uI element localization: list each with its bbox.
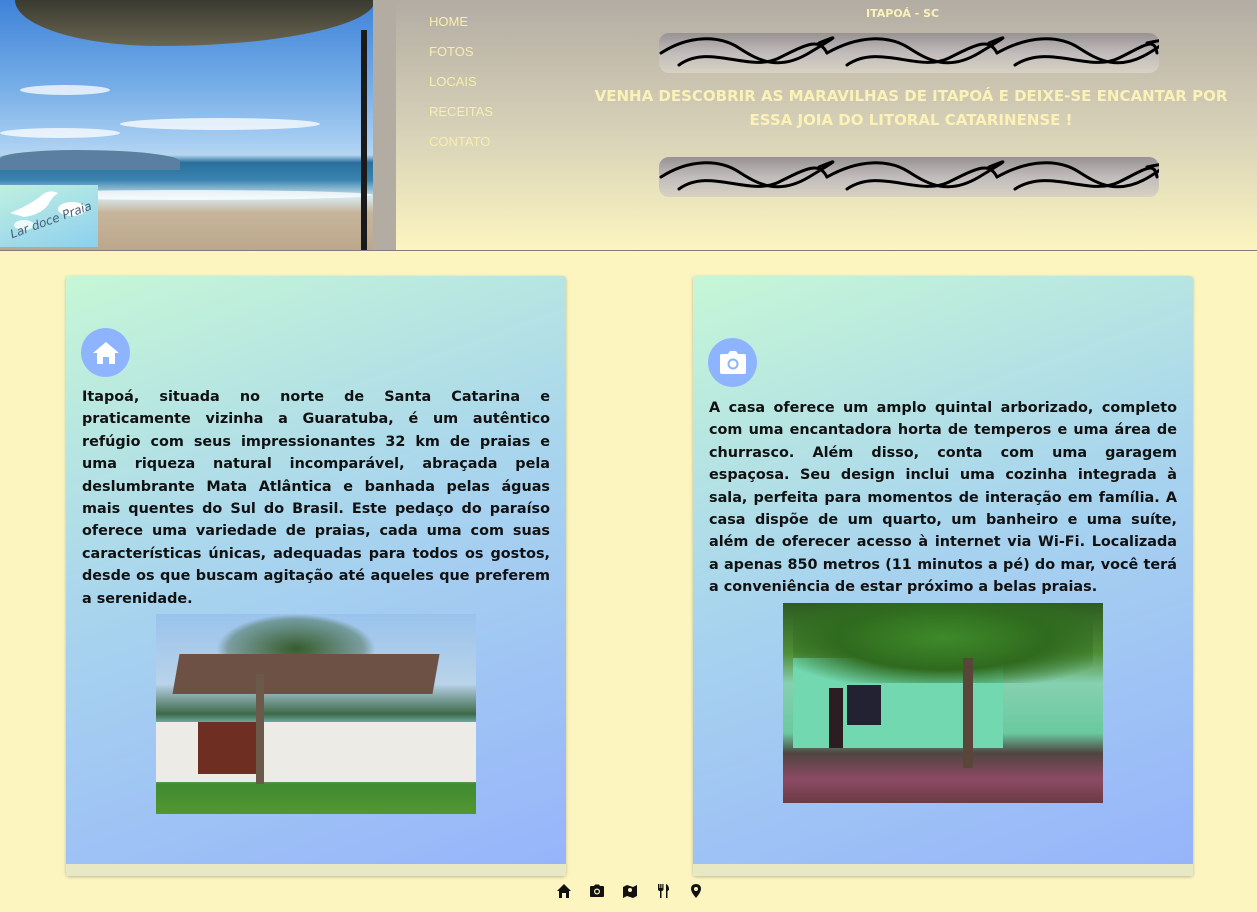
umbrella-shape [15,0,373,46]
site-logo[interactable]: Lar doce Praia [0,185,98,247]
location-pin-icon[interactable] [688,883,704,899]
camera-icon [708,338,757,387]
nav-item-fotos[interactable]: FOTOS [429,43,493,73]
nav-item-home[interactable]: HOME [429,13,493,43]
info-card-itapoa: Itapoá, situada no norte de Santa Catari… [66,276,566,876]
house-garden-photo [783,603,1103,803]
nav-item-contato[interactable]: CONTATO [429,133,493,163]
footer-icon-bar [556,883,704,901]
page-title: ITAPOÁ - SC [866,7,940,20]
header-slogan: VENHA DESCOBRIR AS MARAVILHAS DE ITAPOÁ … [594,87,1228,129]
nav-item-receitas[interactable]: RECEITAS [429,103,493,133]
hero-beach-image: Lar doce Praia [0,0,373,250]
card-description: Itapoá, situada no norte de Santa Catari… [82,389,550,607]
nav-item-locais[interactable]: LOCAIS [429,73,493,103]
home-icon [81,328,130,377]
header-nav-area: HOME FOTOS LOCAIS RECEITAS CONTATO ITAPO… [396,0,1257,250]
home-icon[interactable] [556,883,572,899]
camera-icon[interactable] [589,883,605,899]
card-description: A casa oferece um amplo quintal arboriza… [709,400,1177,596]
site-header: Lar doce Praia HOME FOTOS LOCAIS RECEITA… [0,0,1257,251]
ornament-top-divider [659,33,1166,73]
info-card-house: A casa oferece um amplo quintal arboriza… [693,276,1193,876]
ornament-bottom-divider [659,157,1166,197]
utensils-icon[interactable] [655,883,671,899]
main-nav: HOME FOTOS LOCAIS RECEITAS CONTATO [429,13,493,163]
map-icon[interactable] [622,883,638,899]
house-front-photo [156,614,476,814]
